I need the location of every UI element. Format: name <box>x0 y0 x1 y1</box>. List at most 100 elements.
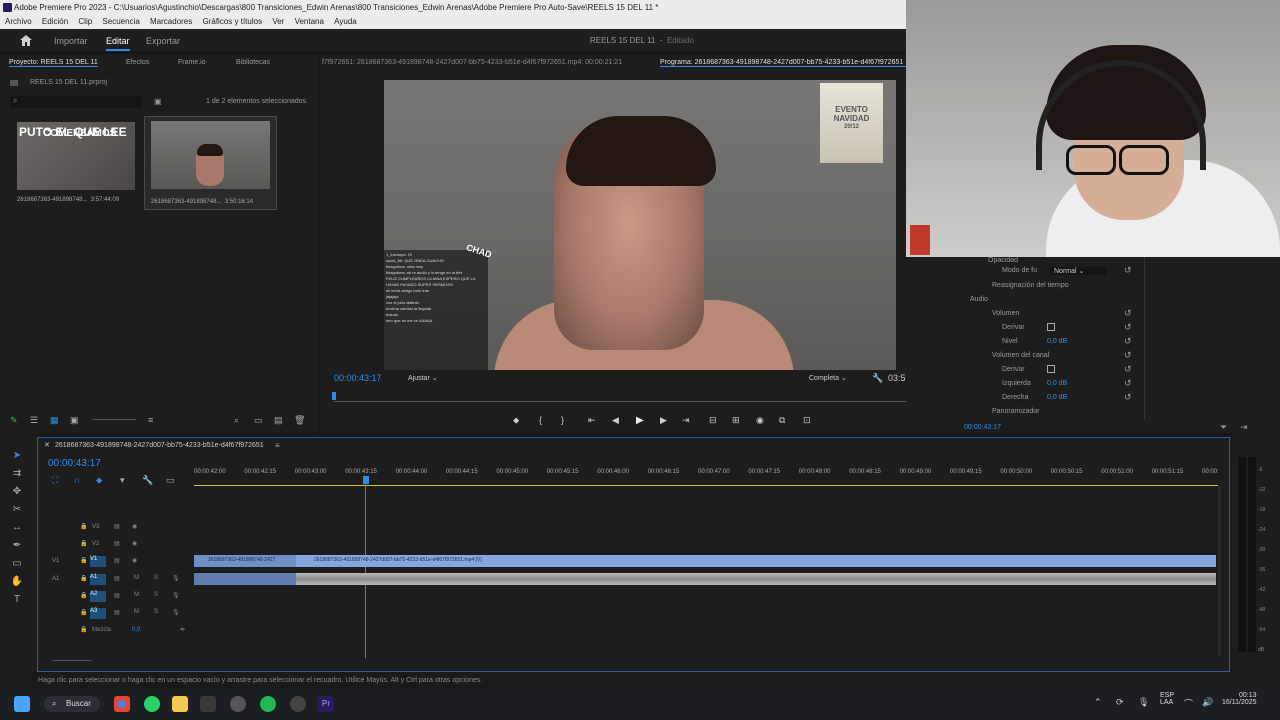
freeform-view-icon[interactable]: ▣ <box>70 415 79 426</box>
linked-selection-icon[interactable]: ∩ <box>74 475 80 485</box>
language-indicator[interactable]: ESP LAA <box>1160 692 1174 706</box>
pen-tool-icon[interactable]: ✒ <box>10 540 24 552</box>
menu-clip[interactable]: Clip <box>78 17 92 26</box>
program-timecode[interactable]: 00:00:43:17 <box>334 373 382 383</box>
channel-bypass-checkbox[interactable] <box>1047 365 1055 373</box>
menu-ayuda[interactable]: Ayuda <box>334 17 357 26</box>
source-tab[interactable]: f7f972651: 2618687363-491898748-2427d007… <box>322 59 622 66</box>
video-clip[interactable]: 2618687363-491898748-2427 <box>194 555 296 567</box>
wrench-icon[interactable]: 🔧 <box>142 475 153 486</box>
ripple-edit-tool-icon[interactable]: ✥ <box>10 486 24 498</box>
work-area-bar[interactable] <box>194 485 1218 486</box>
obs-icon[interactable] <box>290 696 306 712</box>
lock-icon[interactable]: 🔒 <box>80 557 87 564</box>
fit-dropdown[interactable]: Ajustar ⌄ <box>408 374 438 382</box>
reset-icon[interactable]: ↺ <box>1124 392 1132 403</box>
new-bin-button-icon[interactable]: ▭ <box>254 415 263 426</box>
nav-editar[interactable]: Editar <box>106 36 130 51</box>
audio-clip[interactable] <box>296 573 1216 585</box>
pencil-icon[interactable]: ✎ <box>10 415 18 426</box>
whatsapp-icon[interactable] <box>144 696 160 712</box>
close-icon[interactable]: ✕ <box>44 441 50 449</box>
sync-icon[interactable]: ▤ <box>114 609 120 616</box>
lock-icon[interactable]: 🔒 <box>80 626 87 633</box>
play-icon[interactable]: ▶ <box>636 415 644 426</box>
step-back-icon[interactable]: ◀ <box>612 415 619 426</box>
mark-in-icon[interactable]: { <box>539 415 542 425</box>
app-icon[interactable] <box>200 696 216 712</box>
tab-project[interactable]: Proyecto: REELS 15 DEL 11 <box>9 59 98 67</box>
chatgpt-icon[interactable] <box>230 696 246 712</box>
lock-icon[interactable]: 🔒 <box>80 575 87 582</box>
razor-tool-icon[interactable]: ✂ <box>10 504 24 516</box>
reset-icon[interactable]: ↺ <box>1124 336 1132 347</box>
menu-secuencia[interactable]: Secuencia <box>102 17 139 26</box>
level-value[interactable]: 0,0 dB <box>1047 338 1067 345</box>
snap-icon[interactable]: ⛶ <box>52 475 58 486</box>
timeline-vscroll[interactable] <box>1218 486 1221 656</box>
mic-icon[interactable]: 🎙 <box>172 575 180 582</box>
timeline-zoom-scroll[interactable] <box>52 660 92 661</box>
reset-icon[interactable]: ↺ <box>1124 308 1132 319</box>
sync-icon[interactable]: ▤ <box>114 540 120 547</box>
reset-icon[interactable]: ↺ <box>1124 364 1132 375</box>
windows-start-icon[interactable] <box>14 696 30 712</box>
lock-icon[interactable]: 🔒 <box>80 609 87 616</box>
mark-out-icon[interactable]: } <box>561 415 564 425</box>
project-item[interactable]: PUTO EL QUE LEE COMENZAMOS 2618687363-49… <box>14 118 138 208</box>
sync-icon[interactable]: ▤ <box>114 557 120 564</box>
nav-exportar[interactable]: Exportar <box>146 36 180 46</box>
menu-ventana[interactable]: Ventana <box>295 17 324 26</box>
taskbar-search[interactable]: ⌕ Buscar <box>44 696 100 712</box>
track-select-tool-icon[interactable]: ⇉ <box>10 468 24 480</box>
menu-icon[interactable]: ≡ <box>275 441 280 450</box>
spotify-icon[interactable] <box>260 696 276 712</box>
list-view-icon[interactable]: ☰ <box>30 415 38 426</box>
zoom-slider[interactable] <box>92 419 136 420</box>
sequence-tab[interactable]: 2618687363-491898748-2427d007-bb75-4233-… <box>55 442 264 449</box>
lock-icon[interactable]: 🔒 <box>80 523 87 530</box>
hand-tool-icon[interactable]: ✋ <box>10 576 24 588</box>
vr-icon[interactable]: ⊡ <box>803 415 811 426</box>
reset-icon[interactable]: ↺ <box>1124 265 1132 276</box>
volume-icon[interactable]: 🔊 <box>1202 697 1213 708</box>
sync-icon[interactable]: ▤ <box>114 575 120 582</box>
bypass-checkbox[interactable] <box>1047 323 1055 331</box>
right-value[interactable]: 0,0 dB <box>1047 394 1067 401</box>
export-icon[interactable]: ⇥ <box>1240 422 1248 433</box>
marker-icon[interactable]: ▾ <box>120 475 125 486</box>
slip-tool-icon[interactable]: ↔ <box>10 522 24 534</box>
playhead-handle[interactable] <box>363 476 369 484</box>
tray-chevron-icon[interactable]: ⌃ <box>1094 697 1102 708</box>
filter-icon[interactable]: ⏷ <box>1220 422 1227 433</box>
clock[interactable]: 00:13 16/11/2025 <box>1222 692 1257 706</box>
left-value[interactable]: 0,0 dB <box>1047 380 1067 387</box>
go-to-in-icon[interactable]: ⇤ <box>588 415 596 426</box>
program-playhead[interactable] <box>332 392 336 400</box>
eye-icon[interactable]: ◉ <box>132 557 137 564</box>
menu-graficos[interactable]: Gráficos y títulos <box>203 17 263 26</box>
new-bin-icon[interactable]: ▣ <box>154 97 162 106</box>
project-item-selected[interactable]: 2618687363-491898748... 3:50:16:14 <box>144 116 277 210</box>
sync-icon[interactable]: ▤ <box>114 592 120 599</box>
network-icon[interactable]: ⌒ <box>1184 697 1193 710</box>
sync-icon[interactable]: ▤ <box>114 523 120 530</box>
tab-libraries[interactable]: Bibliotecas <box>236 59 270 66</box>
program-video-frame[interactable]: 1_lukomps: 29 sucio_66: QUE ONDA GUACHO … <box>384 80 896 370</box>
mic-tray-icon[interactable]: 🎙 <box>1138 697 1149 708</box>
selection-tool-icon[interactable]: ➤ <box>10 450 24 462</box>
compare-icon[interactable]: ⧉ <box>779 415 785 426</box>
eye-icon[interactable]: ◉ <box>132 540 137 547</box>
icon-view-icon[interactable]: ▦ <box>50 415 59 426</box>
menu-edicion[interactable]: Edición <box>42 17 68 26</box>
type-tool-icon[interactable]: T <box>10 594 24 606</box>
sort-icon[interactable]: ≡ <box>148 415 153 425</box>
reset-icon[interactable]: ↺ <box>1124 322 1132 333</box>
wrench-icon[interactable]: 🔧 <box>872 373 883 384</box>
new-item-icon[interactable]: ▤ <box>274 415 283 426</box>
mic-icon[interactable]: 🎙 <box>172 592 180 599</box>
file-explorer-icon[interactable] <box>172 696 188 712</box>
search-input[interactable]: ⌕ <box>10 96 142 108</box>
trash-icon[interactable]: 🗑 <box>294 415 305 426</box>
extract-icon[interactable]: ⊞ <box>732 415 740 426</box>
